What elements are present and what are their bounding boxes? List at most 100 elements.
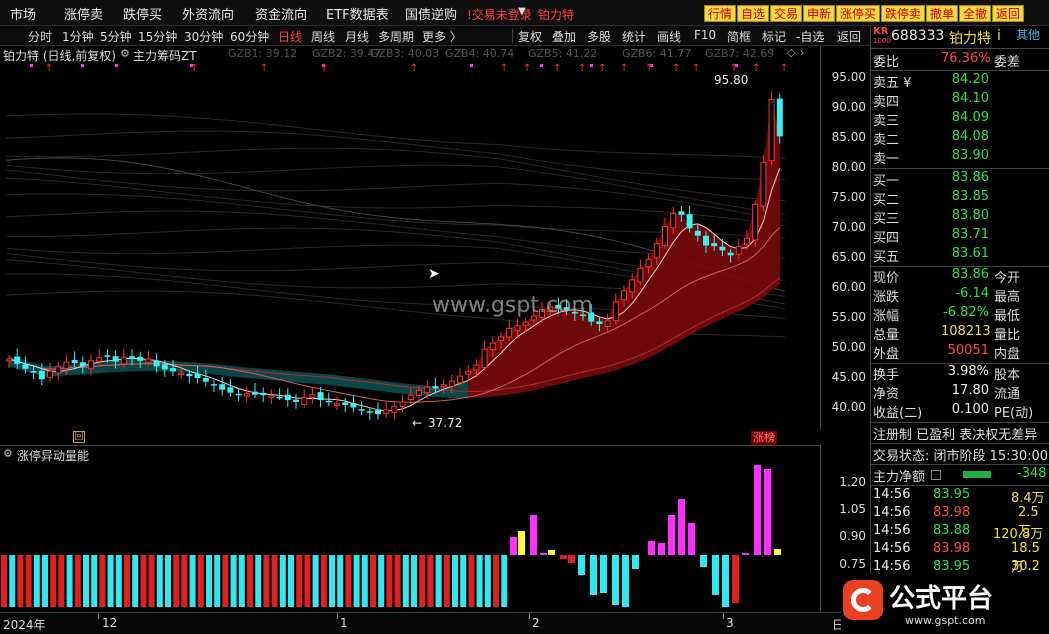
volume-bar xyxy=(361,555,368,607)
quote-label: 外盘 xyxy=(873,347,900,362)
menu-market[interactable]: 市场 xyxy=(10,4,36,23)
period-30min[interactable]: 30分钟 xyxy=(184,28,223,45)
bid-row[interactable]: 买一 83.86 xyxy=(871,170,1049,189)
quote-row: 换手 3.98% 股本 xyxy=(871,364,1049,383)
ask-row[interactable]: 卖三 84.09 xyxy=(871,110,1049,129)
volume-bar xyxy=(353,555,360,607)
btn-limit-up-buy[interactable]: 涨停买 xyxy=(836,5,881,22)
y-tick: 95.00 xyxy=(831,70,866,84)
period-multi[interactable]: 多周期 xyxy=(378,28,414,45)
signal-dot xyxy=(540,64,543,67)
candle-body-down xyxy=(104,355,111,357)
tool-f10[interactable]: F10 xyxy=(694,28,716,42)
quote-panel: KR 1000 688333 铂力特 i 其他 委比 76.36% 委差 卖五 … xyxy=(841,26,1049,634)
period-5min[interactable]: 5分钟 xyxy=(100,28,132,45)
btn-ipo[interactable]: 申新 xyxy=(803,5,836,22)
volume-bar xyxy=(238,555,245,607)
diamond-icon[interactable]: ◇ xyxy=(787,46,795,59)
y-tick: 50.00 xyxy=(831,340,866,354)
ask-row[interactable]: 卖二 84.08 xyxy=(871,129,1049,148)
menu-foreign-flow[interactable]: 外资流向 xyxy=(182,4,234,23)
btn-limit-down-sell[interactable]: 跌停卖 xyxy=(881,5,926,22)
bid-row[interactable]: 买四 83.71 xyxy=(871,227,1049,246)
period-weekly[interactable]: 周线 xyxy=(311,28,335,45)
up-arrow-icon: ↑ xyxy=(45,63,53,74)
tool-remove-watch[interactable]: -自选 xyxy=(796,28,824,45)
volume-bar xyxy=(764,469,771,555)
tick-price: 83.95 xyxy=(933,559,971,574)
info-icon[interactable]: i xyxy=(997,28,1001,44)
menu-capital-flow[interactable]: 资金流向 xyxy=(255,4,307,23)
limit-up-badge[interactable]: 涨榜 xyxy=(751,431,777,445)
watermark: www.gspt.com xyxy=(432,293,593,318)
btn-cancel-order[interactable]: 撤单 xyxy=(926,5,959,22)
tool-overlay[interactable]: 叠加 xyxy=(552,28,576,45)
menu-limit-up-sell[interactable]: 涨停卖 xyxy=(64,4,103,23)
tool-adjust[interactable]: 复权 xyxy=(518,28,542,45)
tick-price: 83.98 xyxy=(933,505,971,520)
btn-cancel-all[interactable]: 全撤 xyxy=(959,5,992,22)
btn-quote[interactable]: 行情 xyxy=(704,5,737,22)
tick-volume: 8.4万 xyxy=(1011,491,1045,506)
quote-label2: 股本 xyxy=(994,368,1021,383)
period-more[interactable]: 更多 〉 xyxy=(422,28,462,45)
volume-bar xyxy=(25,555,32,607)
btn-back[interactable]: 返回 xyxy=(992,5,1025,22)
volume-bar xyxy=(181,555,188,607)
list-icon[interactable] xyxy=(931,470,941,480)
candle-body-up xyxy=(399,401,406,407)
tool-mark[interactable]: 标记 xyxy=(762,28,786,45)
bid-row[interactable]: 买二 83.85 xyxy=(871,189,1049,208)
quote-label2: 最高 xyxy=(994,290,1021,305)
volume-bar xyxy=(33,555,40,607)
period-15min[interactable]: 15分钟 xyxy=(138,28,177,45)
tool-back[interactable]: 返回 xyxy=(837,28,861,45)
other-link[interactable]: 其他 xyxy=(1016,26,1040,43)
date-axis: 2024年 12 1 2 3 日 xyxy=(0,612,870,634)
low-price-label: 37.72 xyxy=(428,416,463,430)
tool-stats[interactable]: 统计 xyxy=(622,28,646,45)
return-icon[interactable]: 回 xyxy=(73,431,85,443)
tags-text: 注册制 已盈利 表决权无差异 xyxy=(873,428,1038,443)
ask-row[interactable]: 卖五 ¥ 84.20 xyxy=(871,72,1049,91)
candle-body-up xyxy=(612,301,619,322)
period-intraday[interactable]: 分时 xyxy=(28,28,52,45)
ask-row[interactable]: 卖一 83.90 xyxy=(871,148,1049,167)
btn-watchlist[interactable]: 自选 xyxy=(737,5,770,22)
tool-multi-stock[interactable]: 多股 xyxy=(587,28,611,45)
volume-bar xyxy=(337,555,344,607)
chevron-down-icon[interactable]: ▼ xyxy=(518,6,526,17)
candle-body-up xyxy=(760,162,767,207)
weicha-label: 委差 xyxy=(994,55,1021,70)
chevron-right-icon[interactable]: › xyxy=(800,46,804,59)
period-monthly[interactable]: 月线 xyxy=(345,28,369,45)
quote-row: 外盘 50051 内盘 xyxy=(871,343,1049,362)
volume-bar xyxy=(304,555,311,607)
volume-bar xyxy=(648,541,655,555)
tool-simple-frame[interactable]: 简框 xyxy=(727,28,751,45)
indicator2-settings-icon[interactable]: ⚙ xyxy=(3,447,13,460)
tick-price: 83.95 xyxy=(933,487,971,502)
volume-bar xyxy=(58,555,65,607)
gzb1: GZB1: 39.12 xyxy=(228,47,298,60)
tick-row: 14:56 83.98 2.5万 xyxy=(871,505,1049,539)
quote-label2: 内盘 xyxy=(994,347,1021,362)
menu-reverse-repo[interactable]: 国债逆购 xyxy=(405,4,457,23)
tool-draw[interactable]: 画线 xyxy=(657,28,681,45)
ask-row[interactable]: 卖四 84.10 xyxy=(871,91,1049,110)
period-1min[interactable]: 1分钟 xyxy=(62,28,94,45)
menu-etf-table[interactable]: ETF数据表 xyxy=(326,4,389,23)
menu-limit-down-buy[interactable]: 跌停买 xyxy=(123,4,162,23)
bid-row[interactable]: 买三 83.80 xyxy=(871,208,1049,227)
tick-time: 14:56 xyxy=(873,541,911,556)
period-daily[interactable]: 日线 xyxy=(278,28,302,45)
candlestick-chart[interactable]: ↑ ↑ ↑ ↑ ↑ ↑ ↑ ↑ ↑ ↑ ↑ ↑ ↑ ↑ ↑ ↑ ↑ xyxy=(0,62,820,430)
period-60min[interactable]: 60分钟 xyxy=(230,28,269,45)
btn-trade[interactable]: 交易 xyxy=(770,5,803,22)
volume-indicator-chart[interactable] xyxy=(0,461,820,611)
indicator-settings-icon[interactable]: ⚙ xyxy=(120,47,130,60)
bid-row[interactable]: 买五 83.61 xyxy=(871,246,1049,265)
tick-volume: 120.8万 xyxy=(993,527,1044,542)
candle-body-down xyxy=(694,230,701,236)
candle-body-down xyxy=(38,370,45,380)
